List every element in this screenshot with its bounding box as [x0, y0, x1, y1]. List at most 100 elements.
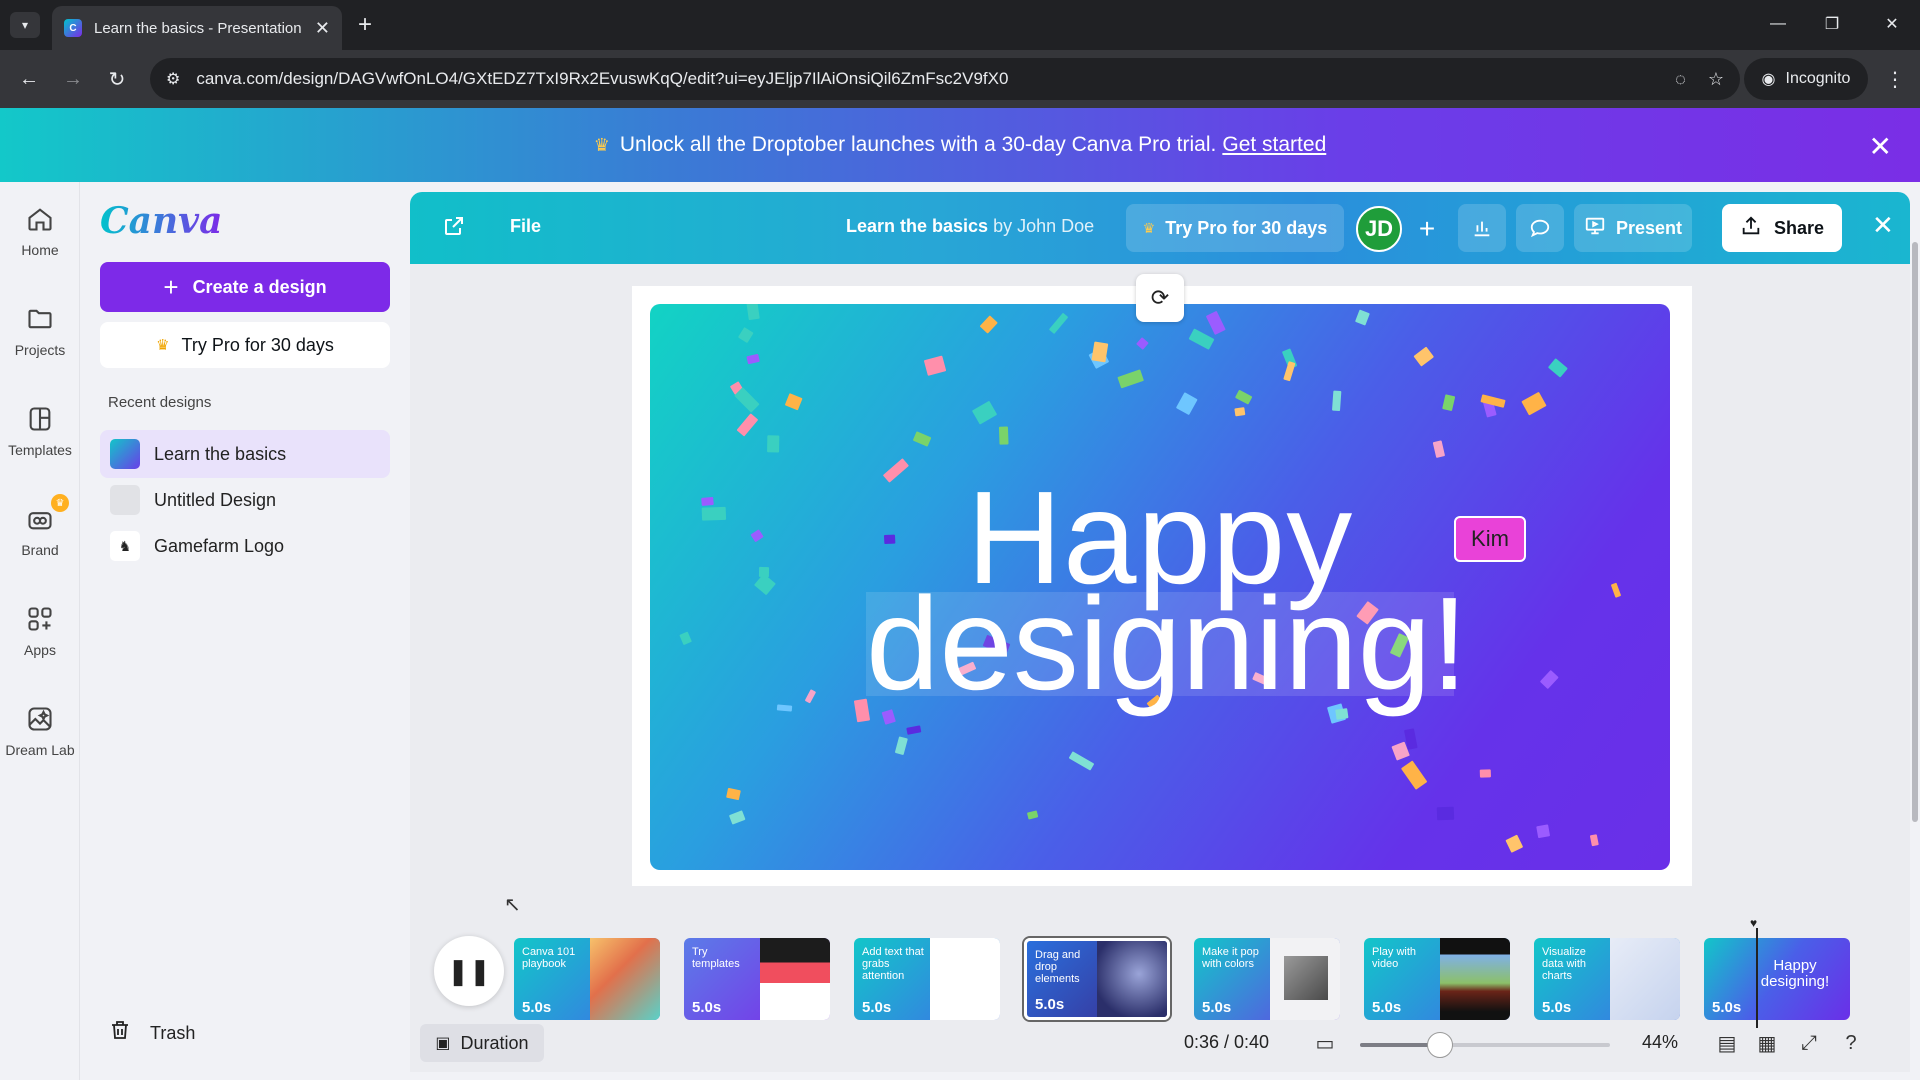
- fullscreen-icon[interactable]: ⤢: [1794, 1028, 1824, 1058]
- slide-heading-designing[interactable]: designing!: [866, 578, 1468, 710]
- confetti-piece: [924, 355, 947, 376]
- share-upload-icon: [1740, 215, 1762, 242]
- rail-item-brand[interactable]: ♛ Brand: [0, 490, 80, 570]
- tab-close-icon[interactable]: ✕: [315, 18, 330, 39]
- thumbnail-title: Drag and drop elements: [1035, 949, 1081, 985]
- address-bar[interactable]: ⚙ canva.com/design/DAGVwfOnLO4/GXtEDZ7Tx…: [150, 58, 1740, 100]
- crown-icon: ♛: [156, 337, 170, 354]
- recent-item-untitled-design[interactable]: Untitled Design: [100, 476, 390, 524]
- rail-item-projects[interactable]: Projects: [0, 290, 80, 370]
- confetti-piece: [1068, 750, 1095, 771]
- confetti-piece: [1235, 389, 1253, 405]
- comment-icon[interactable]: [1516, 204, 1564, 252]
- playback-time: 0:36 / 0:40: [1184, 1032, 1270, 1052]
- timeline-thumbnail-3[interactable]: Add text that grabs attention 5.0s: [854, 938, 1000, 1020]
- playhead-marker-icon[interactable]: ♥: [1750, 916, 1757, 930]
- recent-item-gamefarm-logo[interactable]: ♞ Gamefarm Logo: [100, 522, 390, 570]
- editor-footer: ▣ Duration 0:36 / 0:40 ▭ 44% ▤ ▦ ⤢ ?: [410, 1016, 1910, 1072]
- timeline-thumbnail-6[interactable]: Play with video 5.0s: [1364, 938, 1510, 1020]
- thumbnail-duration: 5.0s: [522, 999, 552, 1016]
- apps-icon: [23, 602, 57, 636]
- insights-chart-icon[interactable]: [1458, 204, 1506, 252]
- create-design-button[interactable]: + Create a design: [100, 262, 390, 312]
- notes-icon[interactable]: ▭: [1310, 1028, 1340, 1058]
- timeline-thumbnail-7[interactable]: Visualize data with charts 5.0s: [1534, 938, 1680, 1020]
- recent-item-label: Gamefarm Logo: [154, 535, 285, 556]
- back-arrow-icon[interactable]: ←: [14, 64, 44, 94]
- rail-item-dream-lab[interactable]: Dream Lab: [0, 690, 80, 770]
- promo-close-icon[interactable]: ✕: [1869, 130, 1892, 163]
- present-button[interactable]: Present: [1574, 204, 1692, 252]
- incognito-label: Incognito: [1785, 70, 1851, 87]
- confetti-piece: [906, 725, 922, 735]
- rail-item-apps[interactable]: Apps: [0, 590, 80, 670]
- thumbnail-duration: 5.0s: [1712, 999, 1742, 1016]
- canva-logo[interactable]: Canva: [100, 200, 222, 242]
- reload-icon[interactable]: ↻: [102, 64, 132, 94]
- try-pro-button[interactable]: ♛ Try Pro for 30 days: [100, 322, 390, 368]
- design-title[interactable]: Learn the basics by John Doe: [846, 216, 1094, 237]
- confetti-piece: [1441, 393, 1456, 412]
- address-url[interactable]: canva.com/design/DAGVwfOnLO4/GXtEDZ7TxI9…: [196, 69, 1653, 89]
- slide-canvas[interactable]: Happy designing!: [650, 304, 1670, 870]
- canva-favicon-icon: C: [64, 19, 82, 37]
- page-view-icon[interactable]: ▤: [1712, 1028, 1742, 1058]
- timeline-thumbnail-1[interactable]: Canva 101 playbook 5.0s: [514, 938, 660, 1020]
- timeline-thumbnail-4-selected[interactable]: Drag and drop elements 5.0s: [1024, 938, 1170, 1020]
- try-pro-label: Try Pro for 30 days: [181, 334, 334, 355]
- editor-try-pro-button[interactable]: ♛ Try Pro for 30 days: [1126, 204, 1344, 252]
- confetti-piece: [1188, 328, 1215, 350]
- file-menu[interactable]: File: [510, 216, 541, 237]
- duration-button[interactable]: ▣ Duration: [420, 1024, 544, 1062]
- rail-item-templates[interactable]: Templates: [0, 390, 80, 470]
- zoom-level[interactable]: 44%: [1642, 1032, 1678, 1053]
- eye-off-icon[interactable]: ◌: [1675, 69, 1686, 90]
- templates-icon: [23, 402, 57, 436]
- pause-button[interactable]: ❚❚: [434, 936, 504, 1006]
- add-collaborator-icon[interactable]: +: [1410, 212, 1444, 246]
- confetti-piece: [1590, 834, 1599, 847]
- editor-scrollbar[interactable]: [1912, 242, 1918, 822]
- window-close-icon[interactable]: ✕: [1872, 10, 1912, 38]
- zoom-slider[interactable]: [1360, 1043, 1610, 1047]
- timeline-playhead[interactable]: [1756, 928, 1758, 1028]
- new-tab-plus-icon[interactable]: +: [352, 11, 378, 38]
- site-settings-icon[interactable]: ⚙: [166, 69, 180, 89]
- restore-icon[interactable]: ❐: [1812, 10, 1852, 38]
- forward-arrow-icon[interactable]: →: [58, 64, 88, 94]
- collaborator-cursor-label: Kim: [1454, 516, 1526, 562]
- help-icon[interactable]: ?: [1836, 1028, 1866, 1058]
- timeline-thumbnail-8[interactable]: Happy designing! 5.0s: [1704, 938, 1850, 1020]
- editor-close-icon[interactable]: ✕: [1872, 210, 1894, 241]
- browser-menu-icon[interactable]: ⋮: [1880, 64, 1910, 94]
- minimize-icon[interactable]: —: [1758, 10, 1798, 38]
- thumbnail-duration: 5.0s: [1035, 996, 1065, 1013]
- timeline-thumbnail-5[interactable]: Make it pop with colors 5.0s: [1194, 938, 1340, 1020]
- cube-shape: [1284, 956, 1328, 1000]
- timeline-thumbnail-2[interactable]: Try templates 5.0s: [684, 938, 830, 1020]
- promo-get-started-link[interactable]: Get started: [1222, 133, 1326, 157]
- trash-label: Trash: [150, 1022, 196, 1043]
- refresh-suggestion-icon[interactable]: ⟳: [1136, 274, 1184, 322]
- incognito-badge[interactable]: ◉ Incognito: [1744, 58, 1868, 100]
- rail-label-templates: Templates: [8, 442, 72, 458]
- open-external-icon[interactable]: [442, 214, 466, 244]
- folder-icon: [23, 302, 57, 336]
- rail-item-home[interactable]: Home: [0, 190, 80, 270]
- recent-designs-heading: Recent designs: [108, 394, 212, 411]
- share-button[interactable]: Share: [1722, 204, 1842, 252]
- browser-tab[interactable]: C Learn the basics - Presentation ✕: [52, 6, 342, 50]
- grid-view-icon[interactable]: ▦: [1752, 1028, 1782, 1058]
- confetti-piece: [726, 787, 741, 800]
- trash-link[interactable]: Trash: [108, 1018, 195, 1048]
- recent-item-learn-the-basics[interactable]: Learn the basics: [100, 430, 390, 478]
- bookmark-star-icon[interactable]: ☆: [1708, 69, 1724, 90]
- avatar[interactable]: JD: [1356, 206, 1402, 252]
- design-author: by John Doe: [993, 216, 1095, 236]
- confetti-piece: [1506, 834, 1524, 853]
- promo-banner: ♛ Unlock all the Droptober launches with…: [0, 108, 1920, 182]
- design-thumbnail: [110, 485, 140, 515]
- zoom-slider-handle[interactable]: [1427, 1032, 1453, 1058]
- tab-search-chevron-icon[interactable]: ▾: [10, 12, 40, 38]
- present-screen-icon: [1584, 215, 1606, 242]
